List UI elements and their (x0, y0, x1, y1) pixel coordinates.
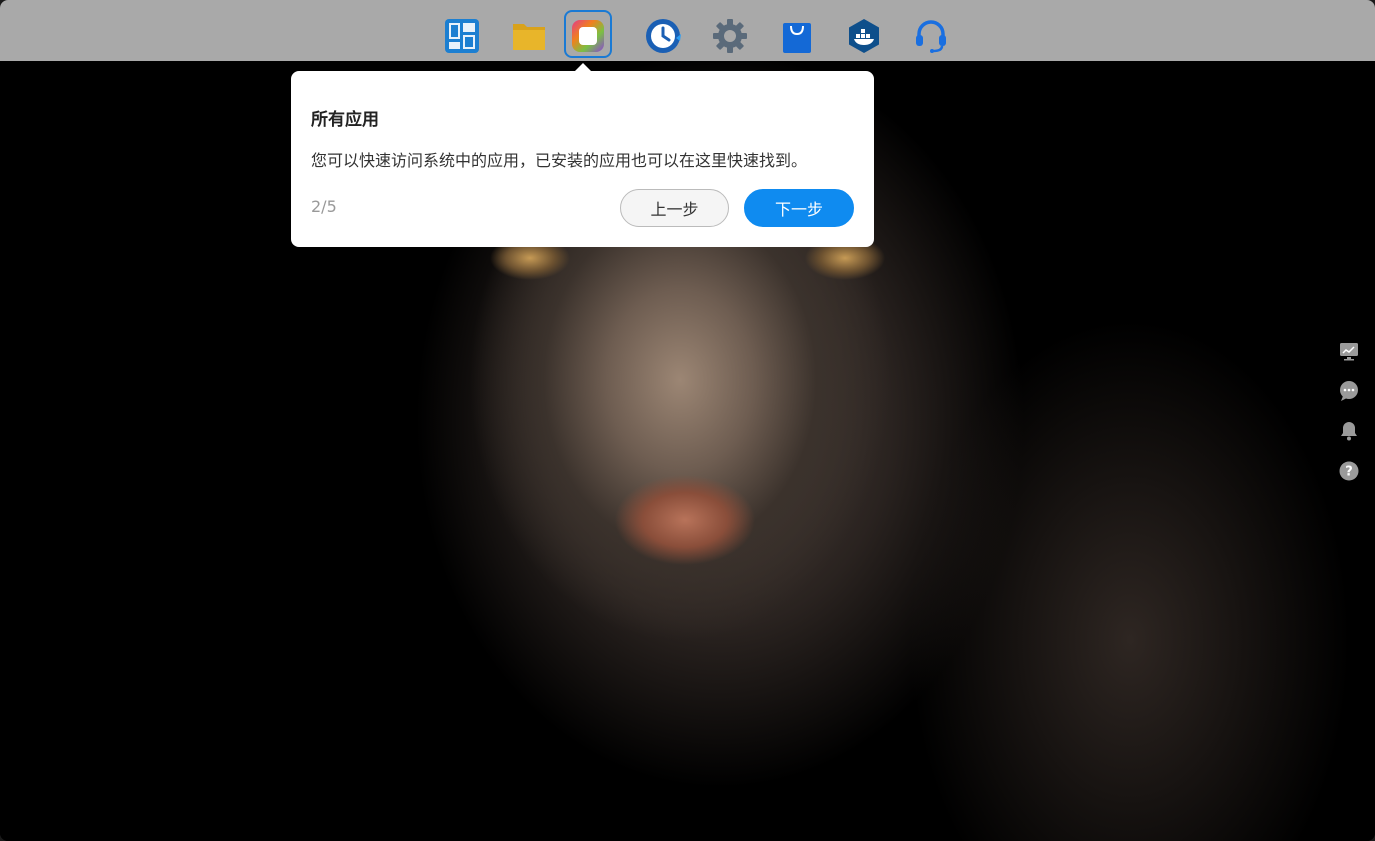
next-step-button[interactable]: 下一步 (744, 189, 854, 227)
app-dock (428, 10, 964, 60)
notifications-button[interactable] (1338, 420, 1360, 442)
folder-icon (512, 24, 545, 50)
desktop: ? 所有应用 您可以快速访问系统中的应用，已安装的应用也可以在这里快速找到。 2… (0, 0, 1375, 841)
chat-bubble-icon (1340, 381, 1358, 401)
dock-file-manager[interactable] (495, 12, 562, 60)
dock-docker[interactable] (830, 12, 897, 60)
monitor-chart-icon (1340, 343, 1358, 361)
dock-support[interactable] (897, 12, 964, 60)
tour-popover: 所有应用 您可以快速访问系统中的应用，已安装的应用也可以在这里快速找到。 2/5… (291, 71, 874, 247)
dock-backup[interactable] (629, 12, 696, 60)
tour-title: 所有应用 (311, 110, 379, 130)
dock-dashboard[interactable] (428, 12, 495, 60)
tour-step-counter: 2/5 (311, 197, 337, 216)
gear-icon (712, 19, 747, 53)
active-frame (564, 10, 612, 58)
bell-icon (1341, 422, 1357, 441)
help-button[interactable]: ? (1338, 460, 1360, 482)
dock-app-store[interactable] (763, 12, 830, 60)
taskbar (0, 0, 1375, 61)
prev-step-button[interactable]: 上一步 (620, 189, 729, 227)
docker-hexagon-icon (848, 19, 879, 53)
dock-all-apps[interactable] (562, 10, 629, 60)
tour-description: 您可以快速访问系统中的应用，已安装的应用也可以在这里快速找到。 (311, 151, 808, 170)
grid-window-icon (444, 19, 479, 53)
resource-monitor-button[interactable] (1338, 340, 1360, 362)
side-toolbar: ? (1335, 340, 1363, 482)
dock-settings[interactable] (696, 12, 763, 60)
clock-history-icon (645, 19, 681, 53)
help-circle-icon: ? (1339, 461, 1359, 481)
headset-icon (915, 20, 946, 53)
shopping-bag-icon (782, 23, 811, 53)
messages-button[interactable] (1338, 380, 1360, 402)
svg-text:?: ? (1345, 465, 1353, 480)
